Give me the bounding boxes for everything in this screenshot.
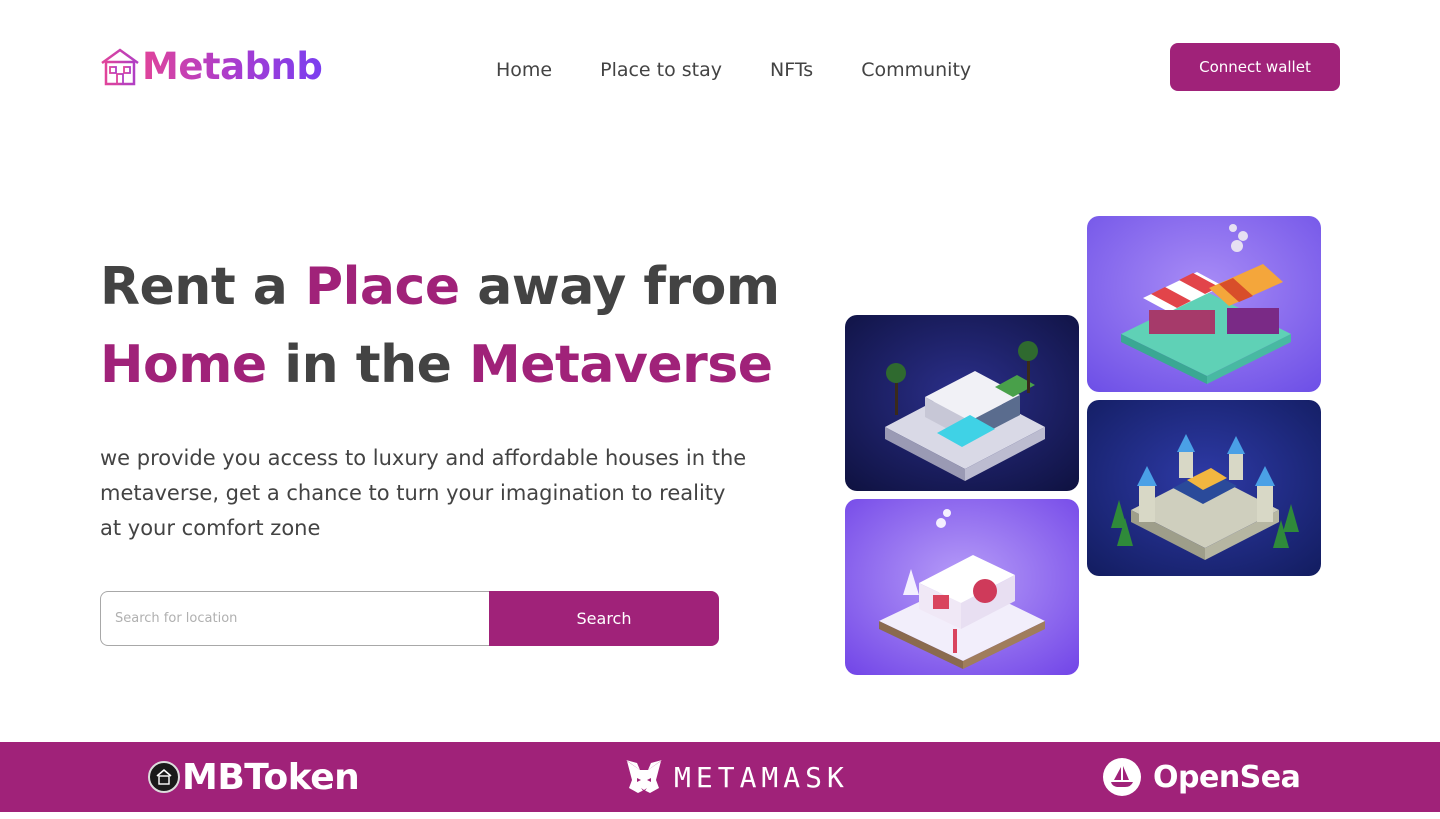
- hero-subtitle: we provide you access to luxury and affo…: [100, 446, 747, 540]
- market-stall-image: [1087, 216, 1321, 392]
- hero-title-accent-place: Place: [304, 257, 460, 317]
- hero-title-part: away from: [459, 257, 780, 317]
- snow-cottage-image: [845, 499, 1079, 675]
- nav-link-home[interactable]: Home: [496, 58, 552, 82]
- search-input[interactable]: [100, 591, 489, 646]
- hero-title-accent-home: Home: [100, 335, 267, 395]
- hero-title-accent-metaverse: Metaverse: [469, 335, 773, 395]
- partner-mbtoken[interactable]: MBToken: [148, 742, 360, 812]
- metamask-fox-icon: [626, 760, 662, 793]
- hero-title-part: Rent a: [100, 257, 305, 317]
- castle-image: [1087, 400, 1321, 576]
- nav-link-nfts[interactable]: NFTs: [770, 58, 813, 82]
- nav-link-place-to-stay[interactable]: Place to stay: [600, 58, 722, 82]
- search-button[interactable]: Search: [489, 591, 719, 646]
- partners-strip: MBToken METAMASK OpenSea: [0, 742, 1440, 812]
- house-logo-icon: [101, 48, 139, 86]
- brand-logo[interactable]: Metabnb: [100, 44, 323, 90]
- main-menu: Home Place to stay NFTs Community: [496, 58, 971, 82]
- navbar: Metabnb Home Place to stay NFTs Communit…: [0, 0, 1440, 130]
- hero-title-part: in the: [266, 335, 470, 395]
- connect-wallet-button[interactable]: Connect wallet: [1170, 43, 1340, 91]
- partner-opensea[interactable]: OpenSea: [1103, 742, 1301, 812]
- partner-name: METAMASK: [674, 760, 849, 794]
- partner-name: MBToken: [182, 756, 360, 798]
- mbtoken-coin-icon: [148, 761, 180, 793]
- brand-name: Metabnb: [142, 45, 323, 88]
- search-bar: Search: [100, 591, 719, 646]
- opensea-boat-icon: [1103, 758, 1141, 796]
- partner-name: OpenSea: [1153, 759, 1301, 795]
- partner-metamask[interactable]: METAMASK: [624, 742, 849, 812]
- nav-link-community[interactable]: Community: [861, 58, 971, 82]
- modern-villa-image: [845, 315, 1079, 491]
- hero-title: Rent a Place away from Home in the Metav…: [100, 248, 800, 404]
